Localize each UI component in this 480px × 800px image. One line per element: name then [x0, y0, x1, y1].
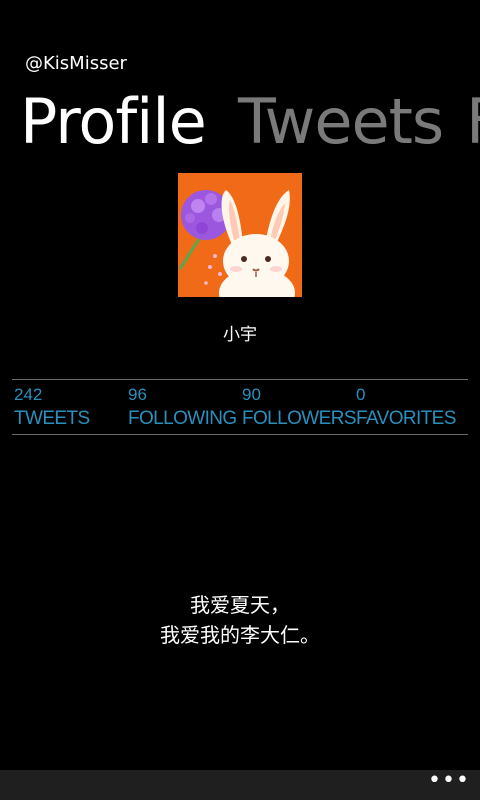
profile-bio: 我爱夏天， 我爱我的李大仁。 — [0, 590, 480, 650]
pivot-header: s Profile Tweets F — [0, 82, 480, 162]
pivot-item-next[interactable]: F — [466, 82, 480, 162]
pivot-item-tweets[interactable]: Tweets — [238, 82, 444, 162]
tweets-count: 242 — [14, 385, 43, 404]
favorites-stat[interactable]: 0 FAVORITES — [356, 384, 456, 432]
following-label: FOLLOWING — [128, 408, 237, 429]
profile-stats: 242 TWEETS 96 FOLLOWING 90 FOLLOWERS 0 F… — [12, 379, 468, 435]
followers-count: 90 — [242, 385, 261, 404]
favorites-count: 0 — [356, 385, 366, 404]
application-bar: ••• — [0, 770, 480, 800]
following-stat[interactable]: 96 FOLLOWING — [128, 384, 237, 432]
followers-label: FOLLOWERS — [242, 408, 357, 429]
favorites-label: FAVORITES — [356, 408, 456, 429]
followers-stat[interactable]: 90 FOLLOWERS — [242, 384, 357, 432]
bio-line-2: 我爱我的李大仁。 — [160, 623, 320, 647]
following-count: 96 — [128, 385, 147, 404]
rabbit-with-flower-avatar-icon — [178, 173, 302, 297]
profile-avatar[interactable] — [178, 173, 302, 297]
account-handle: @KisMisser — [25, 53, 127, 74]
display-name: 小宇 — [223, 325, 257, 345]
tweets-stat[interactable]: 242 TWEETS — [14, 384, 90, 432]
pivot-item-profile[interactable]: Profile — [20, 82, 207, 162]
bio-line-1: 我爱夏天， — [190, 593, 290, 617]
tweets-label: TWEETS — [14, 408, 90, 429]
ellipsis-icon[interactable]: ••• — [428, 770, 469, 796]
